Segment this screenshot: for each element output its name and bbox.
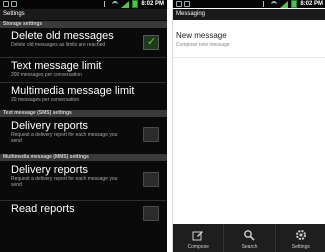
settings-screen: 8:02 PM Settings Storage settings Delete… — [0, 0, 167, 252]
settings-label: Settings — [291, 244, 310, 250]
new-message-title: New message — [176, 31, 227, 40]
battery-icon — [132, 0, 139, 8]
signal-icon — [280, 0, 289, 8]
pref-summary: Request a delivery report for each messa… — [11, 132, 118, 144]
notification-icon — [184, 1, 190, 7]
wifi-icon — [271, 0, 278, 8]
pref-title: Multimedia message limit — [11, 85, 135, 97]
status-bar: 8:02 PM — [0, 0, 167, 8]
status-bar: 8:02 PM — [173, 0, 325, 8]
settings-title: Settings — [0, 9, 167, 20]
read-reports-checkbox[interactable] — [143, 206, 159, 221]
wifi-icon — [112, 0, 119, 8]
status-clock: 8:02 PM — [300, 1, 323, 7]
bluetooth-icon — [263, 1, 268, 7]
section-header-sms: Text message (SMS) settings — [0, 110, 167, 117]
search-icon — [244, 230, 256, 241]
pref-summary: 200 messages per conversation — [11, 72, 82, 78]
pref-title: Text message limit — [11, 60, 102, 72]
delete-old-messages-checkbox[interactable]: ✓ — [143, 35, 159, 50]
search-button[interactable]: Search — [224, 224, 276, 252]
pref-mms-delivery-reports[interactable]: Delivery reports Request a delivery repo… — [0, 164, 167, 188]
sms-delivery-reports-checkbox[interactable] — [143, 127, 159, 142]
pref-summary: Request a delivery report for each messa… — [11, 176, 118, 188]
pref-read-reports[interactable]: Read reports — [0, 203, 167, 215]
compose-icon — [192, 231, 204, 241]
status-icons: 8:02 PM — [104, 0, 164, 8]
pref-multimedia-message-limit[interactable]: Multimedia message limit 20 messages per… — [0, 85, 167, 103]
pref-sms-delivery-reports[interactable]: Delivery reports Request a delivery repo… — [0, 120, 167, 144]
battery-icon — [291, 0, 298, 8]
search-label: Search — [241, 244, 258, 250]
settings-icon — [295, 230, 306, 240]
new-message-item[interactable]: New message Compose new message — [176, 31, 230, 48]
messaging-title: Messaging — [173, 9, 325, 20]
section-header-mms: Multimedia message (MMS) settings — [0, 154, 167, 161]
divider — [0, 82, 167, 83]
status-icons: 8:02 PM — [263, 0, 323, 8]
divider — [0, 57, 167, 58]
status-clock: 8:02 PM — [141, 1, 164, 7]
pref-delete-old-messages[interactable]: Delete old messages Delete old messages … — [0, 30, 167, 48]
divider — [173, 57, 325, 58]
mms-delivery-reports-checkbox[interactable] — [143, 172, 159, 187]
messaging-screen: 8:02 PM Messaging New message Compose ne… — [172, 0, 325, 252]
settings-button[interactable]: Settings — [276, 224, 325, 252]
checkmark-icon: ✓ — [147, 36, 157, 48]
notification-icons — [176, 1, 190, 7]
new-message-subtitle: Compose new message — [176, 42, 230, 48]
bottom-action-bar: Compose Search Settings — [173, 224, 325, 252]
notification-icon — [3, 1, 9, 7]
pref-text-message-limit[interactable]: Text message limit 200 messages per conv… — [0, 60, 167, 78]
notification-icon — [11, 1, 17, 7]
pref-summary: Delete old messages as limits are reache… — [11, 42, 106, 48]
section-header-storage: Storage settings — [0, 21, 167, 28]
notification-icon — [176, 1, 182, 7]
divider — [0, 200, 167, 201]
compose-label: Compose — [187, 244, 209, 250]
compose-button[interactable]: Compose — [173, 224, 225, 252]
pref-summary: 20 messages per conversation — [11, 97, 80, 103]
bluetooth-icon — [104, 1, 109, 7]
notification-icons — [3, 1, 17, 7]
signal-icon — [121, 0, 130, 8]
